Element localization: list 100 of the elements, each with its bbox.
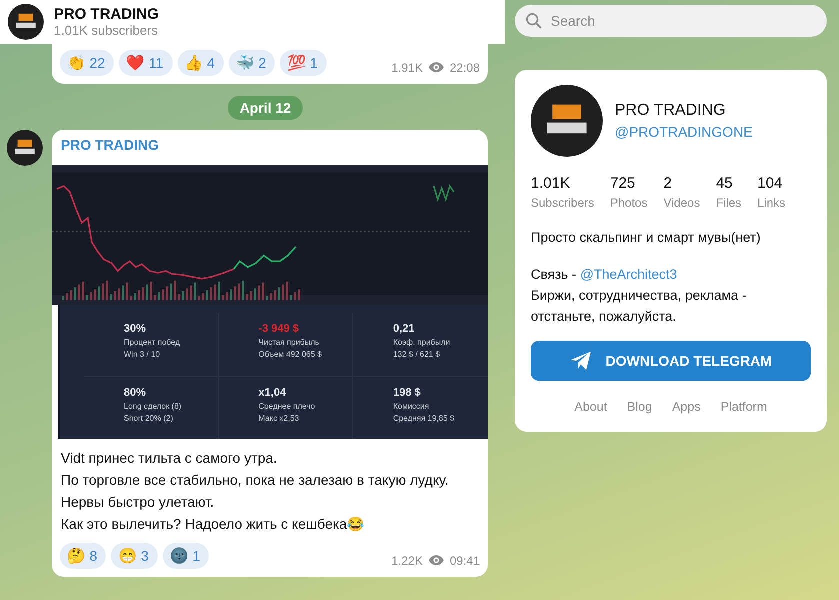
volume-bar — [114, 291, 116, 300]
contact-line: Связь - @TheArchitect3 — [531, 266, 678, 284]
volume-bar — [134, 293, 136, 300]
volume-bar — [234, 286, 236, 300]
stat-label: Среднее плечо — [258, 402, 316, 410]
volume-bar — [74, 288, 76, 300]
volume-bar — [246, 294, 248, 300]
subscriber-count: 1.01K subscribers — [54, 23, 159, 38]
volume-bar — [66, 293, 68, 300]
reaction-button[interactable]: 😁 3 — [111, 543, 158, 569]
volume-bar — [178, 294, 180, 300]
stat-value: -3 949 $ — [258, 323, 300, 335]
volume-bar — [102, 284, 104, 300]
footer-link[interactable]: Platform — [720, 400, 768, 414]
counter-label: Videos — [664, 196, 700, 210]
footer-link[interactable]: Apps — [672, 400, 701, 414]
volume-bar — [94, 290, 96, 300]
download-button[interactable]: DOWNLOAD TELEGRAM — [531, 341, 811, 381]
volume-bar — [82, 282, 84, 300]
reaction-button[interactable]: ❤ 11 — [119, 50, 172, 76]
channel-name[interactable]: PRO TRADING — [52, 130, 488, 165]
reaction-button[interactable]: 💯 1 — [280, 50, 327, 76]
paper-plane-icon — [570, 351, 592, 371]
stat-label: Процент побед — [124, 338, 182, 347]
profile-username[interactable]: @PROTRADINGONE — [615, 124, 753, 140]
volume-bar — [98, 286, 100, 300]
search-field[interactable]: Search — [515, 5, 827, 37]
volume-bar — [146, 284, 148, 300]
volume-bar — [238, 284, 240, 300]
counter-value: 725 — [610, 175, 636, 192]
channel-description: Просто скальпинг и смарт мувы(нет) — [531, 230, 762, 245]
stat-detail: Short 20% (2) — [124, 414, 174, 422]
volume-bar — [250, 291, 252, 300]
volume-bar — [270, 293, 272, 300]
stat-detail: Объем 492 065 $ — [258, 350, 323, 359]
view-count: 1.22K — [392, 554, 423, 568]
channel-avatar — [7, 130, 43, 166]
volume-bar — [150, 282, 152, 300]
channel-avatar — [531, 85, 603, 157]
volume-bar — [130, 296, 132, 300]
stat-value: 0,21 — [393, 323, 416, 335]
volume-bar — [210, 288, 212, 300]
volume-bar — [70, 290, 72, 300]
message-text: Vidt принес тильта с самого утра. По торговле все стабильно, пока не залезаю в такую лудку. Нервы быстро улетают. Как это вылечить? Надоело жить с кешбека😂 — [60, 449, 450, 534]
reaction-button[interactable]: 🌚 1 — [162, 543, 210, 569]
volume-bar — [86, 295, 88, 300]
counter-label: Photos — [610, 196, 648, 210]
stat-value: 80% — [124, 386, 148, 398]
channel-avatar — [8, 4, 44, 40]
reaction-button[interactable]: 🤔 8 — [60, 543, 106, 569]
volume-bar — [218, 282, 220, 300]
message-time: 09:41 — [450, 554, 480, 568]
volume-bar — [62, 296, 64, 300]
volume-bar — [90, 292, 92, 300]
volume-bar — [290, 295, 292, 300]
stat-value: x1,04 — [258, 386, 288, 398]
volume-bar — [198, 296, 200, 300]
volume-bar — [206, 290, 208, 300]
volume-bar — [174, 280, 176, 300]
counter-value: 104 — [758, 175, 784, 192]
footer-link[interactable]: Blog — [627, 400, 652, 414]
rising-price-line — [233, 246, 297, 270]
volume-bar — [78, 284, 80, 300]
footer-link[interactable]: About — [574, 400, 608, 414]
volume-bar — [226, 292, 228, 300]
volume-bar — [162, 290, 164, 300]
stat-label: Коэф. прибыли — [393, 338, 452, 347]
reaction-button[interactable]: 🐳 2 — [228, 50, 276, 76]
volume-bar — [182, 291, 184, 300]
volume-bar — [118, 288, 120, 300]
volume-bar — [242, 280, 244, 300]
reaction-button[interactable]: 👍 4 — [178, 50, 224, 76]
reaction-button[interactable]: 👏 22 — [60, 50, 114, 76]
date-divider: April 12 — [228, 96, 304, 120]
stat-detail: Средняя 19,85 $ — [393, 414, 456, 422]
volume-bar — [294, 292, 296, 300]
volume-bar — [254, 288, 256, 300]
volume-bar — [230, 290, 232, 300]
stat-detail: 132 $ / 621 $ — [393, 350, 442, 359]
volume-bar — [110, 294, 112, 300]
volume-bar — [122, 286, 124, 300]
counter-value: 1.01K — [531, 175, 572, 192]
volume-bar — [202, 293, 204, 300]
view-count: 1.91K — [392, 60, 423, 74]
volume-bar — [214, 284, 216, 300]
counter-value: 2 — [664, 175, 674, 192]
volume-bar — [266, 296, 268, 300]
volume-bar — [166, 286, 168, 300]
counter-label: Links — [758, 196, 786, 210]
counter-value: 45 — [716, 175, 734, 192]
stat-detail: Win 3 / 10 — [124, 350, 162, 359]
volume-bar — [282, 284, 284, 300]
volume-bar — [142, 288, 144, 300]
channel-note: Биржи, сотрудничества, реклама - отстаньте, пожалуйста. — [531, 287, 748, 326]
contact-link[interactable]: @TheArchitect3 — [580, 267, 678, 282]
channel-title: PRO TRADING — [54, 6, 159, 23]
stat-label: Long сделок (8) — [124, 402, 183, 410]
volume-bar — [126, 282, 128, 300]
counter-label: Files — [716, 196, 742, 210]
counter-label: Subscribers — [531, 196, 594, 210]
